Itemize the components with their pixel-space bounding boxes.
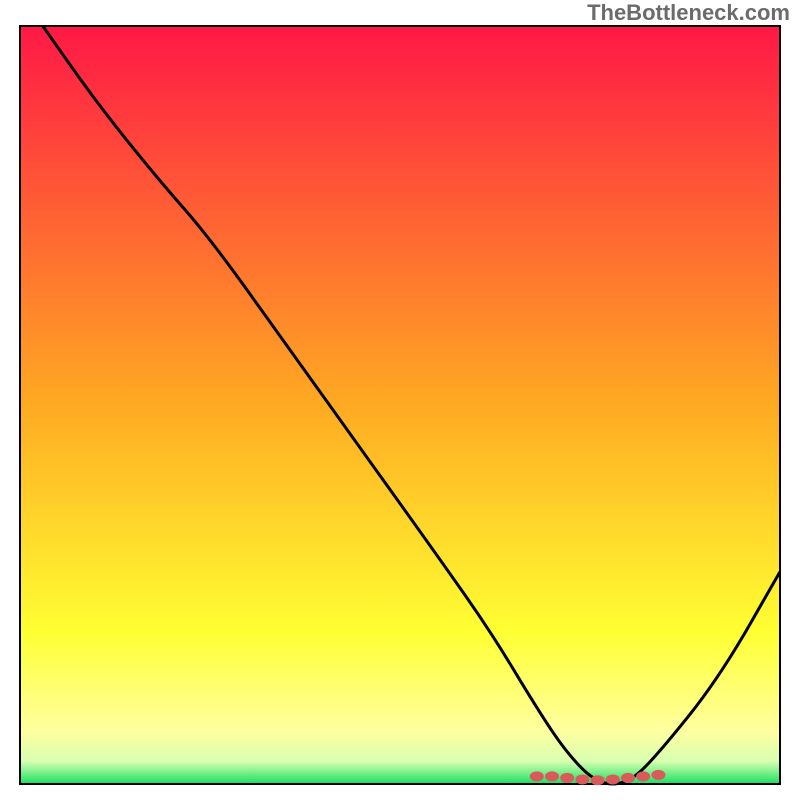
optimal-zone-marker [575, 774, 589, 784]
chart-container: TheBottleneck.com [0, 0, 800, 800]
optimal-zone-marker [651, 770, 665, 780]
optimal-zone-marker [591, 775, 605, 785]
bottleneck-chart [0, 0, 800, 800]
optimal-zone-marker [560, 773, 574, 783]
watermark-label: TheBottleneck.com [587, 0, 790, 26]
optimal-zone-marker [530, 771, 544, 781]
optimal-zone-marker [621, 773, 635, 783]
optimal-zone-marker [545, 771, 559, 781]
optimal-zone-marker [606, 774, 620, 784]
optimal-zone-marker [636, 771, 650, 781]
plot-background [20, 26, 780, 784]
